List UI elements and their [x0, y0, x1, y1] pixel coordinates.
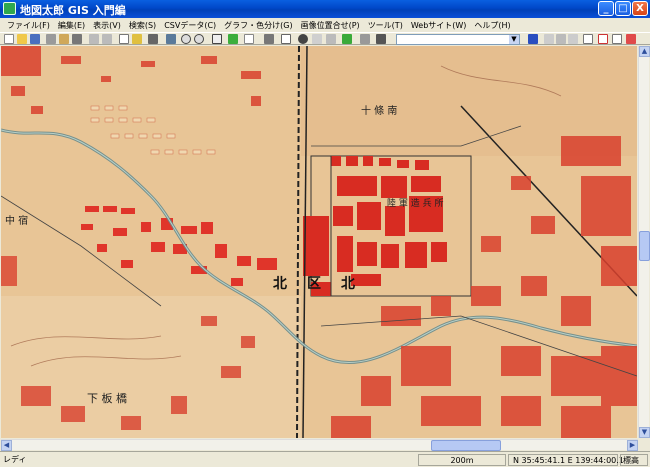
print-icon[interactable] — [72, 34, 82, 44]
chart-icon[interactable] — [360, 34, 370, 44]
menu-file[interactable]: ファイル(F) — [3, 20, 54, 31]
toolbar: ▼ — [0, 32, 650, 45]
menu-graph[interactable]: グラフ・色分け(G) — [220, 20, 296, 31]
info-icon[interactable] — [298, 34, 308, 44]
horizontal-scrollbar[interactable]: ◀ ▶ — [1, 439, 638, 451]
maximize-button[interactable]: □ — [615, 1, 631, 16]
flag-icon[interactable] — [598, 34, 608, 44]
title-bar[interactable]: 地図太郎 GIS 入門編 _ □ X — [0, 0, 650, 18]
full-extent-icon[interactable] — [228, 34, 238, 44]
zoom-out-icon[interactable] — [194, 34, 204, 44]
menu-search[interactable]: 検索(S) — [125, 20, 160, 31]
chevron-down-icon[interactable]: ▼ — [509, 35, 519, 44]
scroll-left-icon[interactable]: ◀ — [1, 440, 12, 451]
image-icon[interactable] — [132, 34, 142, 44]
menu-website[interactable]: Webサイト(W) — [407, 20, 471, 31]
map-label-top: 十 條 南 — [361, 104, 397, 117]
rotate-icon[interactable] — [556, 34, 566, 44]
map-label-left-top: 中 宿 — [5, 214, 28, 227]
selection-icon[interactable] — [148, 34, 158, 44]
window-title: 地図太郎 GIS 入門編 — [20, 4, 126, 17]
status-bar: レディ 200m N 35:45:41.1 E 139:44:00.1 標高 — [0, 451, 650, 467]
edit-icon[interactable] — [326, 34, 336, 44]
layer-icon[interactable] — [342, 34, 352, 44]
redo-icon[interactable] — [102, 34, 112, 44]
coordinate-readout: N 35:45:41.1 E 139:44:00.1 — [508, 454, 624, 466]
scale-readout: 200m — [418, 454, 506, 466]
delete-icon[interactable] — [626, 34, 636, 44]
note-icon[interactable] — [583, 34, 593, 44]
map-label-left: 下 板 橋 — [87, 391, 127, 405]
close-button[interactable]: X — [632, 1, 648, 16]
pan-icon[interactable] — [166, 34, 176, 44]
grid-icon[interactable] — [376, 34, 386, 44]
minimize-button[interactable]: _ — [598, 1, 614, 16]
undo-icon[interactable] — [89, 34, 99, 44]
draw-line-icon[interactable] — [312, 34, 322, 44]
vertical-scroll-thumb[interactable] — [639, 231, 650, 261]
cursor-icon[interactable] — [568, 34, 578, 44]
scroll-up-icon[interactable]: ▲ — [639, 46, 650, 57]
scroll-down-icon[interactable]: ▼ — [639, 427, 650, 438]
menu-image-align[interactable]: 画像位置合せ(P) — [297, 20, 364, 31]
app-icon — [3, 2, 16, 15]
map-label-kita-right: 北 — [341, 276, 355, 292]
menu-view[interactable]: 表示(V) — [89, 20, 125, 31]
add-point-icon[interactable] — [119, 34, 129, 44]
menu-tools[interactable]: ツール(T) — [364, 20, 407, 31]
layer-select[interactable]: ▼ — [396, 34, 520, 45]
status-ready-text: レディ — [3, 455, 27, 464]
zoom-in-icon[interactable] — [181, 34, 191, 44]
picture-icon[interactable] — [612, 34, 622, 44]
save-icon[interactable] — [30, 34, 40, 44]
fit-extent-icon[interactable] — [212, 34, 222, 44]
menu-bar: ファイル(F) 編集(E) 表示(V) 検索(S) CSVデータ(C) グラフ・… — [0, 18, 650, 32]
horizontal-scroll-thumb[interactable] — [431, 440, 501, 451]
map-view[interactable]: 北 区 北 十 條 南 陸 軍 造 兵 所 下 板 橋 中 宿 — [1, 46, 637, 438]
map-label-ku: 区 — [307, 276, 321, 292]
table-icon[interactable] — [281, 34, 291, 44]
menu-help[interactable]: ヘルプ(H) — [470, 20, 514, 31]
scroll-right-icon[interactable]: ▶ — [627, 440, 638, 451]
export-icon[interactable] — [46, 34, 56, 44]
elevation-readout: 標高 — [620, 454, 648, 466]
historical-map-image: 北 区 北 十 條 南 陸 軍 造 兵 所 下 板 橋 中 宿 — [1, 46, 637, 438]
hand-icon[interactable] — [264, 34, 274, 44]
menu-edit[interactable]: 編集(E) — [54, 20, 89, 31]
color-icon[interactable] — [528, 34, 538, 44]
map-label-kita: 北 — [273, 276, 287, 292]
map-label-mid: 陸 軍 造 兵 所 — [387, 197, 443, 209]
measure-icon[interactable] — [244, 34, 254, 44]
menu-csv[interactable]: CSVデータ(C) — [160, 20, 220, 31]
open-folder-icon[interactable] — [17, 34, 27, 44]
app-window: 地図太郎 GIS 入門編 _ □ X ファイル(F) 編集(E) 表示(V) 検… — [0, 0, 650, 467]
vertical-scrollbar[interactable]: ▲ ▼ — [638, 46, 650, 438]
new-file-icon[interactable] — [4, 34, 14, 44]
select-arrow-icon[interactable] — [544, 34, 554, 44]
import-icon[interactable] — [59, 34, 69, 44]
